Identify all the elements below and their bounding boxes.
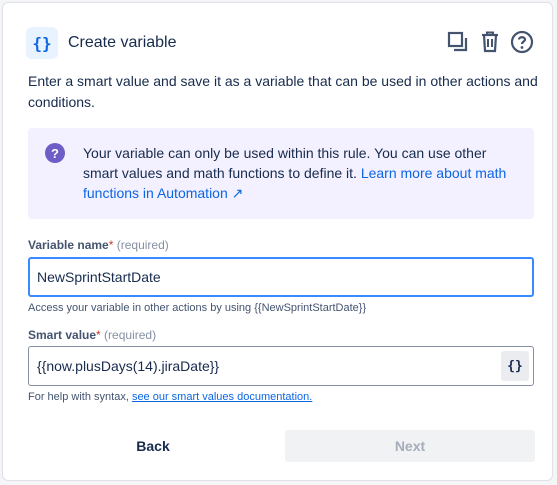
smart-value-label-text: Smart value <box>28 328 97 342</box>
required-hint: (required) <box>100 328 157 342</box>
next-button[interactable]: Next <box>285 430 535 462</box>
variable-name-label-text: Variable name <box>28 238 109 252</box>
panel-header: {} Create variable <box>26 26 534 60</box>
question-icon: ? <box>45 143 65 163</box>
smart-value-label: Smart value* (required) <box>28 328 156 342</box>
smart-values-docs-link[interactable]: see our smart values documentation. <box>132 391 312 403</box>
smart-value-help: For help with syntax, see our smart valu… <box>28 391 312 403</box>
smart-value-value: {{now.plusDays(14).jiraDate}} <box>37 358 220 374</box>
help-icon[interactable] <box>510 29 534 55</box>
info-message: ? Your variable can only be used within … <box>28 128 534 219</box>
header-actions <box>446 29 534 55</box>
trash-icon[interactable] <box>478 29 502 55</box>
create-variable-panel: {} Create variable Enter a smart value a… <box>2 2 553 481</box>
variable-name-input[interactable]: NewSprintStartDate <box>28 257 534 297</box>
duplicate-icon[interactable] <box>446 29 470 55</box>
required-hint: (required) <box>113 238 169 252</box>
insert-smart-value-button[interactable]: {} <box>501 351 529 381</box>
variable-name-label: Variable name* (required) <box>28 238 169 252</box>
panel-title: Create variable <box>68 34 177 51</box>
back-button[interactable]: Back <box>28 430 278 462</box>
variable-name-help: Access your variable in other actions by… <box>28 302 367 314</box>
variable-name-value: NewSprintStartDate <box>37 269 161 285</box>
curly-braces-icon: {} <box>26 27 58 59</box>
smart-value-help-text: For help with syntax, <box>28 391 132 403</box>
panel-description: Enter a smart value and save it as a var… <box>28 73 538 110</box>
info-text: Your variable can only be used within th… <box>83 143 523 203</box>
smart-value-input[interactable]: {{now.plusDays(14).jiraDate}} {} <box>28 346 534 386</box>
